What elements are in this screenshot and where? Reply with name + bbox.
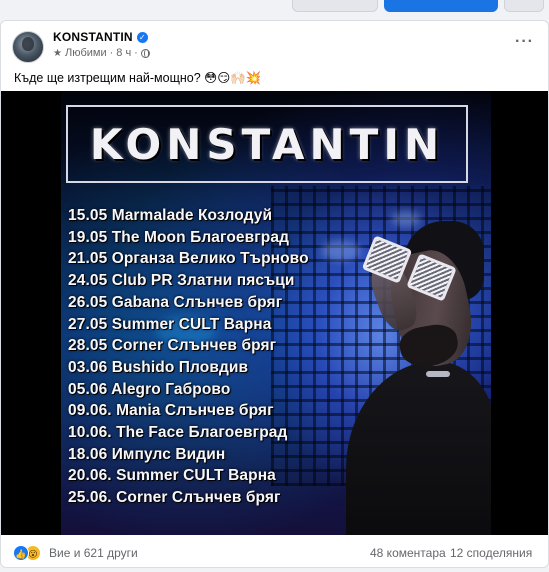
post-time[interactable]: 8 ч bbox=[116, 47, 131, 59]
post-meta: ★ Любими · 8 ч · bbox=[53, 47, 150, 59]
tour-date: 21.05 Органза Велико Търново bbox=[68, 250, 309, 268]
tour-date: 25.06. Corner Слънчев бряг bbox=[68, 489, 281, 507]
post-author[interactable]: KONSTANTIN ✓ bbox=[53, 30, 148, 44]
avatar[interactable] bbox=[12, 31, 44, 63]
tour-date: 05.06 Alegro Габрово bbox=[68, 380, 231, 398]
post-image[interactable]: KONSTANTIN 15.05 Marmalade Козлодуй 19.0… bbox=[1, 91, 548, 535]
audience-label[interactable]: Любими bbox=[65, 47, 107, 59]
tour-date: 27.05 Summer CULT Варна bbox=[68, 315, 272, 333]
meta-separator: · bbox=[134, 47, 138, 59]
tour-date: 18.06 Импулс Видин bbox=[68, 445, 226, 463]
post-card: KONSTANTIN ✓ ★ Любими · 8 ч · ··· Къде щ… bbox=[0, 20, 549, 568]
tour-date: 26.05 Gabana Слънчев бряг bbox=[68, 293, 283, 311]
poster-title: KONSTANTIN bbox=[89, 119, 445, 169]
more-options-icon[interactable]: ··· bbox=[515, 33, 534, 51]
poster-title-box: KONSTANTIN bbox=[66, 105, 468, 183]
tour-date: 03.06 Bushido Пловдив bbox=[68, 358, 249, 376]
tour-dates-list: 15.05 Marmalade Козлодуй 19.05 The Moon … bbox=[68, 205, 309, 509]
meta-separator: · bbox=[109, 47, 114, 59]
reactions-summary[interactable]: Вие и 621 други bbox=[49, 546, 138, 560]
tour-date: 10.06. The Face Благоевград bbox=[68, 424, 288, 442]
tour-date: 28.05 Corner Слънчев бряг bbox=[68, 337, 277, 355]
tour-date: 19.05 The Moon Благоевград bbox=[68, 228, 290, 246]
artist-body bbox=[346, 361, 491, 535]
tour-date: 15.05 Marmalade Козлодуй bbox=[68, 207, 273, 224]
top-button-1[interactable] bbox=[292, 0, 378, 12]
tour-date: 20.06. Summer CULT Варна bbox=[68, 467, 276, 485]
favorites-star-icon: ★ bbox=[53, 47, 62, 59]
globe-icon[interactable] bbox=[140, 48, 150, 58]
top-action-bar bbox=[0, 0, 549, 14]
post-caption: Къде ще изтрещим най-мощно? 😳😏🙌🏻💥 bbox=[14, 71, 262, 85]
reaction-icons[interactable]: 👍 😮 bbox=[13, 545, 45, 561]
tour-date: 24.05 Club PR Златни пясъци bbox=[68, 272, 295, 290]
top-button-2[interactable] bbox=[384, 0, 498, 12]
author-name[interactable]: KONSTANTIN bbox=[53, 30, 133, 44]
reactions-bar: 👍 😮 Вие и 621 други 48 коментара 12 спод… bbox=[1, 535, 548, 567]
verified-badge-icon: ✓ bbox=[136, 31, 148, 43]
like-reaction-icon[interactable]: 👍 bbox=[13, 545, 29, 561]
artist-collar bbox=[426, 371, 450, 377]
top-button-3[interactable] bbox=[504, 0, 544, 12]
comments-count[interactable]: 48 коментара bbox=[370, 546, 446, 560]
tour-date: 09.06. Mania Слънчев бряг bbox=[68, 402, 274, 420]
shares-count[interactable]: 12 споделяния bbox=[450, 546, 532, 560]
artist-photo bbox=[316, 221, 491, 535]
